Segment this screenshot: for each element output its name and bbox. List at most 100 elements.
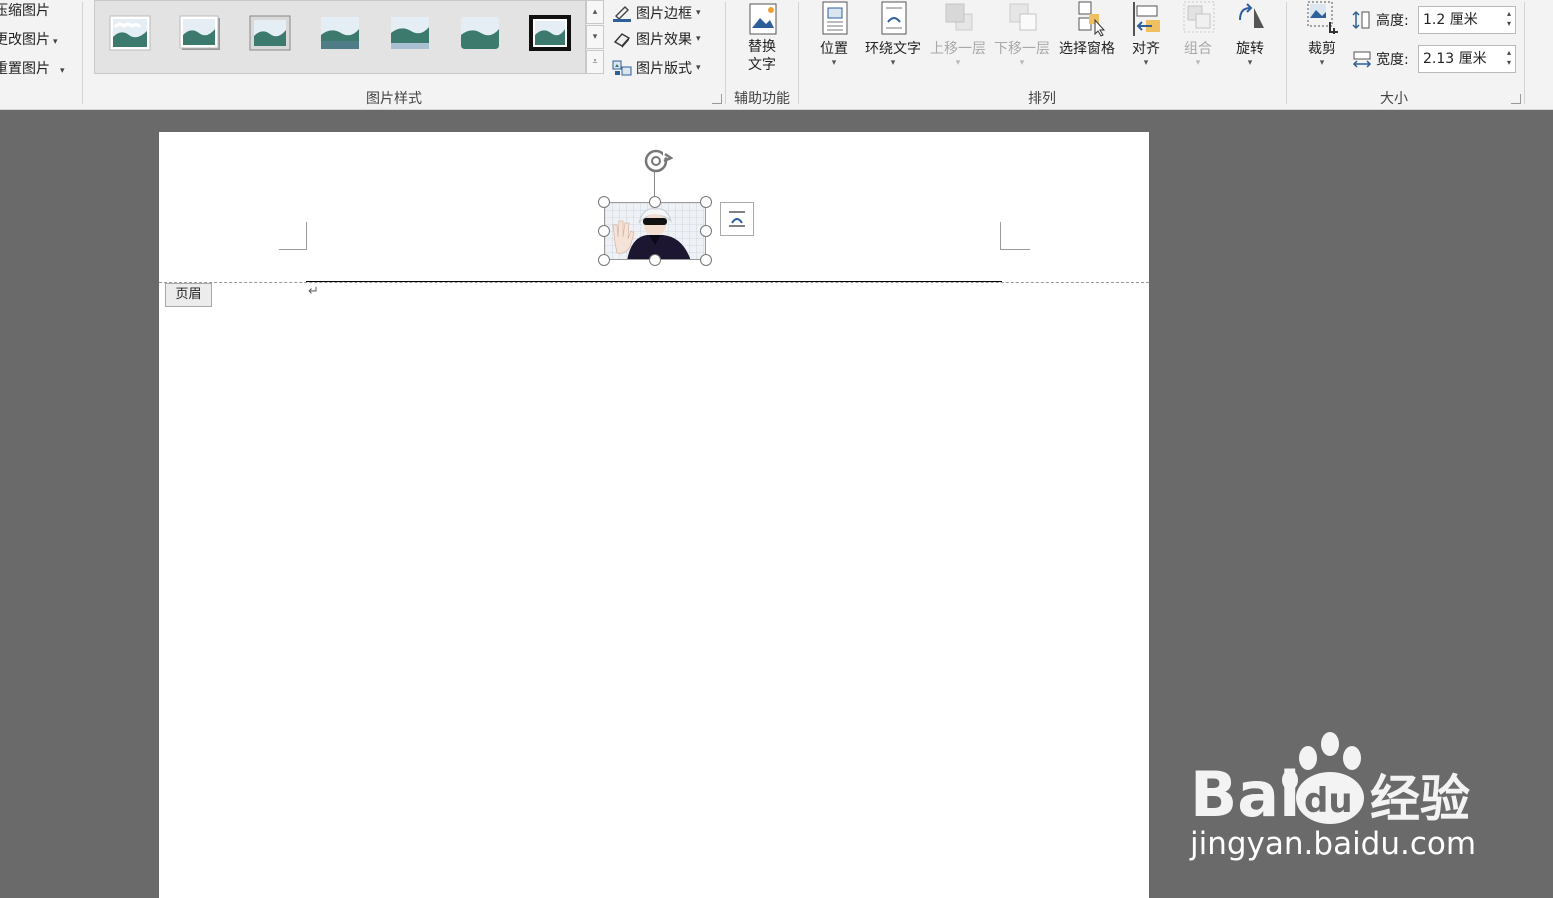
svg-text:Bai: Bai bbox=[1190, 758, 1300, 828]
shape-height-icon bbox=[1352, 10, 1370, 30]
picture-style-thick-black-frame[interactable] bbox=[529, 15, 571, 51]
width-spinner[interactable]: ▴ ▾ bbox=[1507, 48, 1511, 68]
ribbon: 压缩图片 更改图片 ▾ 重置图片 ▾ ▴ ▾ ⩡ 图片边框 ▾ 图片效果 ▾ 图… bbox=[0, 0, 1553, 110]
alt-text-icon bbox=[749, 3, 777, 35]
picture-style-soft-edge[interactable] bbox=[319, 15, 361, 51]
position-button[interactable]: 位置 ▾ bbox=[812, 0, 856, 68]
picture-styles-dialog-launcher[interactable] bbox=[712, 94, 722, 104]
chevron-down-icon: ▾ bbox=[1019, 58, 1025, 68]
alt-text-button[interactable]: 替换 文字 bbox=[738, 0, 786, 74]
header-tag[interactable]: 页眉 bbox=[165, 283, 212, 307]
wrap-text-button[interactable]: 环绕文字 ▾ bbox=[860, 0, 926, 68]
chevron-down-icon: ▾ bbox=[831, 58, 837, 68]
picture-effects-label: 图片效果 bbox=[636, 32, 692, 48]
width-row: 宽度: 2.13 厘米 ▴ ▾ bbox=[1352, 45, 1516, 73]
group-objects-icon bbox=[1183, 1, 1215, 33]
gallery-more-button[interactable]: ⩡ bbox=[586, 50, 604, 74]
chevron-down-icon: ▾ bbox=[53, 37, 58, 47]
resize-handle-bottom-right[interactable] bbox=[700, 254, 712, 266]
resize-handle-top-right[interactable] bbox=[700, 196, 712, 208]
rotate-handle-icon[interactable] bbox=[641, 146, 673, 176]
paragraph-mark: ↵ bbox=[308, 284, 319, 299]
gallery-scroll-down-button[interactable]: ▾ bbox=[586, 25, 604, 49]
size-group-label: 大小 bbox=[1380, 91, 1408, 107]
compress-pictures-label: 压缩图片 bbox=[0, 3, 50, 19]
width-label: 宽度: bbox=[1376, 52, 1409, 68]
height-input[interactable]: 1.2 厘米 ▴ ▾ bbox=[1418, 6, 1516, 34]
crop-label: 裁剪 bbox=[1308, 41, 1336, 57]
wrap-text-label: 环绕文字 bbox=[865, 41, 921, 57]
chevron-down-icon: ▾ bbox=[60, 66, 65, 76]
smartart-layout-icon bbox=[612, 60, 632, 76]
gallery-scroll-up-button[interactable]: ▴ bbox=[586, 0, 604, 24]
send-backward-button[interactable]: 下移一层 ▾ bbox=[990, 0, 1054, 68]
chevron-down-icon: ▾ bbox=[696, 34, 701, 44]
rotate-button[interactable]: 旋转 ▾ bbox=[1228, 0, 1272, 68]
picture-styles-group-label: 图片样式 bbox=[366, 91, 422, 107]
chevron-down-icon: ▾ bbox=[696, 8, 701, 18]
selection-pane-button[interactable]: 选择窗格 bbox=[1056, 0, 1118, 58]
selection-pane-label: 选择窗格 bbox=[1059, 41, 1115, 57]
pen-border-icon bbox=[613, 6, 631, 22]
picture-border-label: 图片边框 bbox=[636, 6, 692, 22]
picture-effects-button[interactable]: 图片效果 ▾ bbox=[612, 26, 701, 52]
shape-width-icon bbox=[1352, 51, 1372, 68]
picture-layout-button[interactable]: 图片版式 ▾ bbox=[612, 55, 701, 81]
width-input[interactable]: 2.13 厘米 ▴ ▾ bbox=[1418, 45, 1516, 73]
layout-options-button[interactable] bbox=[720, 202, 754, 236]
picture-style-rounded[interactable] bbox=[459, 15, 501, 51]
alt-text-label-line1: 替换 bbox=[748, 39, 776, 55]
position-icon bbox=[822, 1, 848, 35]
layout-options-icon bbox=[729, 211, 745, 227]
margin-crop-mark-right bbox=[1000, 222, 1030, 250]
character-picture bbox=[605, 203, 705, 259]
picture-border-button[interactable]: 图片边框 ▾ bbox=[612, 0, 701, 26]
position-label: 位置 bbox=[820, 41, 848, 57]
size-dialog-launcher[interactable] bbox=[1511, 94, 1521, 104]
header-boundary bbox=[159, 282, 1149, 283]
send-backward-icon bbox=[1009, 3, 1037, 31]
group-separator bbox=[82, 2, 83, 104]
picture-style-shadow[interactable] bbox=[179, 15, 221, 51]
group-objects-label: 组合 bbox=[1184, 41, 1212, 57]
document-page[interactable]: 页眉 ↵ bbox=[159, 132, 1149, 898]
change-picture-button[interactable]: 更改图片 ▾ bbox=[0, 29, 58, 51]
reset-picture-button[interactable]: 重置图片 ▾ bbox=[0, 58, 65, 80]
rotate-label: 旋转 bbox=[1236, 41, 1264, 57]
header-picture[interactable] bbox=[604, 202, 706, 260]
picture-style-metal[interactable] bbox=[249, 15, 291, 51]
effects-icon bbox=[613, 33, 631, 48]
height-value: 1.2 厘米 bbox=[1423, 12, 1478, 28]
resize-handle-bottom-left[interactable] bbox=[598, 254, 610, 266]
picture-layout-label: 图片版式 bbox=[636, 61, 692, 77]
accessibility-group-label: 辅助功能 bbox=[734, 91, 790, 107]
change-picture-label: 更改图片 bbox=[0, 32, 50, 48]
rotate-handle-connector bbox=[654, 172, 655, 196]
picture-style-reflected[interactable] bbox=[389, 15, 431, 51]
picture-style-simple-frame[interactable] bbox=[109, 15, 151, 51]
resize-handle-top-left[interactable] bbox=[598, 196, 610, 208]
crop-icon bbox=[1307, 1, 1338, 34]
resize-handle-top[interactable] bbox=[649, 196, 661, 208]
bring-forward-label: 上移一层 bbox=[930, 41, 986, 57]
watermark-url: jingyan.baidu.com bbox=[1190, 826, 1477, 862]
resize-handle-left[interactable] bbox=[598, 225, 610, 237]
bring-forward-button[interactable]: 上移一层 ▾ bbox=[926, 0, 990, 68]
align-icon bbox=[1133, 2, 1160, 36]
selection-pane-icon bbox=[1078, 1, 1105, 37]
bring-forward-icon bbox=[945, 3, 973, 31]
width-value: 2.13 厘米 bbox=[1423, 51, 1487, 67]
compress-pictures-button[interactable]: 压缩图片 bbox=[0, 0, 50, 22]
height-spinner[interactable]: ▴ ▾ bbox=[1507, 9, 1511, 29]
arrange-group-label: 排列 bbox=[1028, 91, 1056, 107]
chevron-down-icon: ▾ bbox=[1247, 58, 1253, 68]
resize-handle-bottom[interactable] bbox=[649, 254, 661, 266]
crop-button[interactable]: 裁剪 ▾ bbox=[1300, 0, 1344, 68]
resize-handle-right[interactable] bbox=[700, 225, 712, 237]
group-separator bbox=[798, 2, 799, 104]
chevron-down-icon: ▾ bbox=[696, 63, 701, 73]
align-button[interactable]: 对齐 ▾ bbox=[1124, 0, 1168, 68]
reset-picture-label: 重置图片 bbox=[0, 61, 50, 77]
group-objects-button[interactable]: 组合 ▾ bbox=[1176, 0, 1220, 68]
chevron-down-icon: ▾ bbox=[1195, 58, 1201, 68]
